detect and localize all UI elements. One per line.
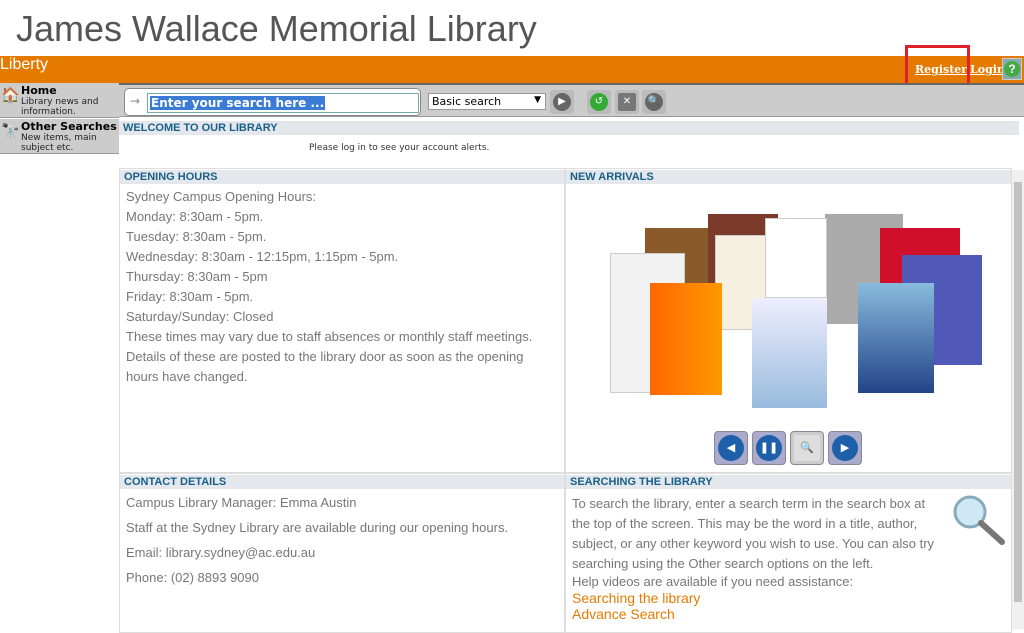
contact-line: Campus Library Manager: Emma Austin <box>126 495 357 510</box>
help-text: Help videos are available if you need as… <box>572 574 854 589</box>
new-arrivals-heading: NEW ARRIVALS <box>566 170 1011 184</box>
login-link[interactable]: Login <box>970 63 1005 76</box>
sidebar-item-desc: Library news and information. <box>21 97 99 117</box>
scrollbar-thumb[interactable] <box>1014 182 1022 602</box>
book-cover[interactable] <box>765 218 827 298</box>
dropdown-icon: ▼ <box>534 95 541 105</box>
pause-button[interactable]: ❚❚ <box>752 431 786 465</box>
search-type-value: Basic search <box>432 95 502 108</box>
searching-text: To search the library, enter a search te… <box>572 496 935 571</box>
binoculars-icon: 🔭 <box>1 122 20 140</box>
hours-line: Thursday: 8:30am - 5pm <box>126 269 268 284</box>
contact-phone: Phone: (02) 8893 9090 <box>126 570 259 585</box>
hours-note: These times may vary due to staff absenc… <box>126 329 533 384</box>
hours-line: Saturday/Sunday: Closed <box>126 309 274 324</box>
help-button[interactable]: ? <box>1002 58 1022 80</box>
refresh-icon: ↺ <box>590 93 608 111</box>
book-cover[interactable] <box>650 283 722 395</box>
go-button[interactable]: ▶ <box>550 90 574 114</box>
search-toolbar: → Enter your search here ... Basic searc… <box>119 83 1024 117</box>
search-box: → Enter your search here ... <box>124 88 421 116</box>
sidebar-item-home[interactable]: 🏠 Home Library news and information. <box>0 83 119 118</box>
previous-button[interactable]: ◀ <box>714 431 748 465</box>
home-icon: 🏠 <box>1 86 20 104</box>
sidebar-item-other-searches[interactable]: 🔭 Other Searches New items, main subject… <box>0 119 119 154</box>
search-placeholder: Enter your search here ... <box>150 96 326 110</box>
library-title: James Wallace Memorial Library <box>16 8 537 49</box>
next-button[interactable]: ▶ <box>828 431 862 465</box>
next-icon: ▶ <box>832 435 858 461</box>
searching-library-link[interactable]: Searching the library <box>572 590 946 606</box>
book-cover[interactable] <box>752 298 827 408</box>
previous-icon: ◀ <box>718 435 744 461</box>
clear-button[interactable]: ✕ <box>615 90 639 114</box>
contact-email: Email: library.sydney@ac.edu.au <box>126 545 316 560</box>
liberty-logo: Liberty <box>0 56 49 73</box>
hours-line: Friday: 8:30am - 5pm. <box>126 289 254 304</box>
magnifier-icon <box>953 495 1005 545</box>
sidebar-item-desc: New items, main subject etc. <box>21 133 97 153</box>
help-icon: ? <box>1004 61 1020 77</box>
contact-panel: CONTACT DETAILS Campus Library Manager: … <box>119 473 565 633</box>
hours-line: Wednesday: 8:30am - 12:15pm, 1:15pm - 5p… <box>126 249 399 264</box>
arrow-icon: → <box>130 94 141 108</box>
welcome-heading: WELCOME TO OUR LIBRARY <box>119 121 1019 135</box>
refresh-button[interactable]: ↺ <box>587 90 611 114</box>
searching-panel: SEARCHING THE LIBRARY To search the libr… <box>565 473 1012 633</box>
scrollbar[interactable] <box>1012 170 1024 629</box>
magnifier-icon: 🔍 <box>794 435 820 461</box>
advance-search-link[interactable]: Advance Search <box>572 606 946 622</box>
hours-line: Sydney Campus Opening Hours: <box>126 189 317 204</box>
view-button[interactable]: 🔍 <box>790 431 824 465</box>
book-cover[interactable] <box>858 283 934 393</box>
opening-hours-heading: OPENING HOURS <box>120 170 564 184</box>
magnifier-icon: 🔍 <box>645 93 663 111</box>
sidebar-item-label: Home <box>21 84 57 97</box>
searching-heading: SEARCHING THE LIBRARY <box>566 475 1011 489</box>
zoom-button[interactable]: 🔍 <box>642 90 666 114</box>
hours-line: Monday: 8:30am - 5pm. <box>126 209 264 224</box>
hours-line: Tuesday: 8:30am - 5pm. <box>126 229 267 244</box>
contact-heading: CONTACT DETAILS <box>120 475 564 489</box>
trash-icon: ✕ <box>618 93 636 111</box>
account-alert: Please log in to see your account alerts… <box>309 143 490 153</box>
opening-hours-panel: OPENING HOURS Sydney Campus Opening Hour… <box>119 168 565 473</box>
search-type-select[interactable]: Basic search ▼ <box>428 93 546 110</box>
sidebar-item-label: Other Searches <box>21 120 117 133</box>
contact-line: Staff at the Sydney Library are availabl… <box>126 520 509 535</box>
play-icon: ▶ <box>553 93 571 111</box>
pause-icon: ❚❚ <box>756 435 782 461</box>
header-bar: Liberty Register Login ? <box>0 56 1024 83</box>
